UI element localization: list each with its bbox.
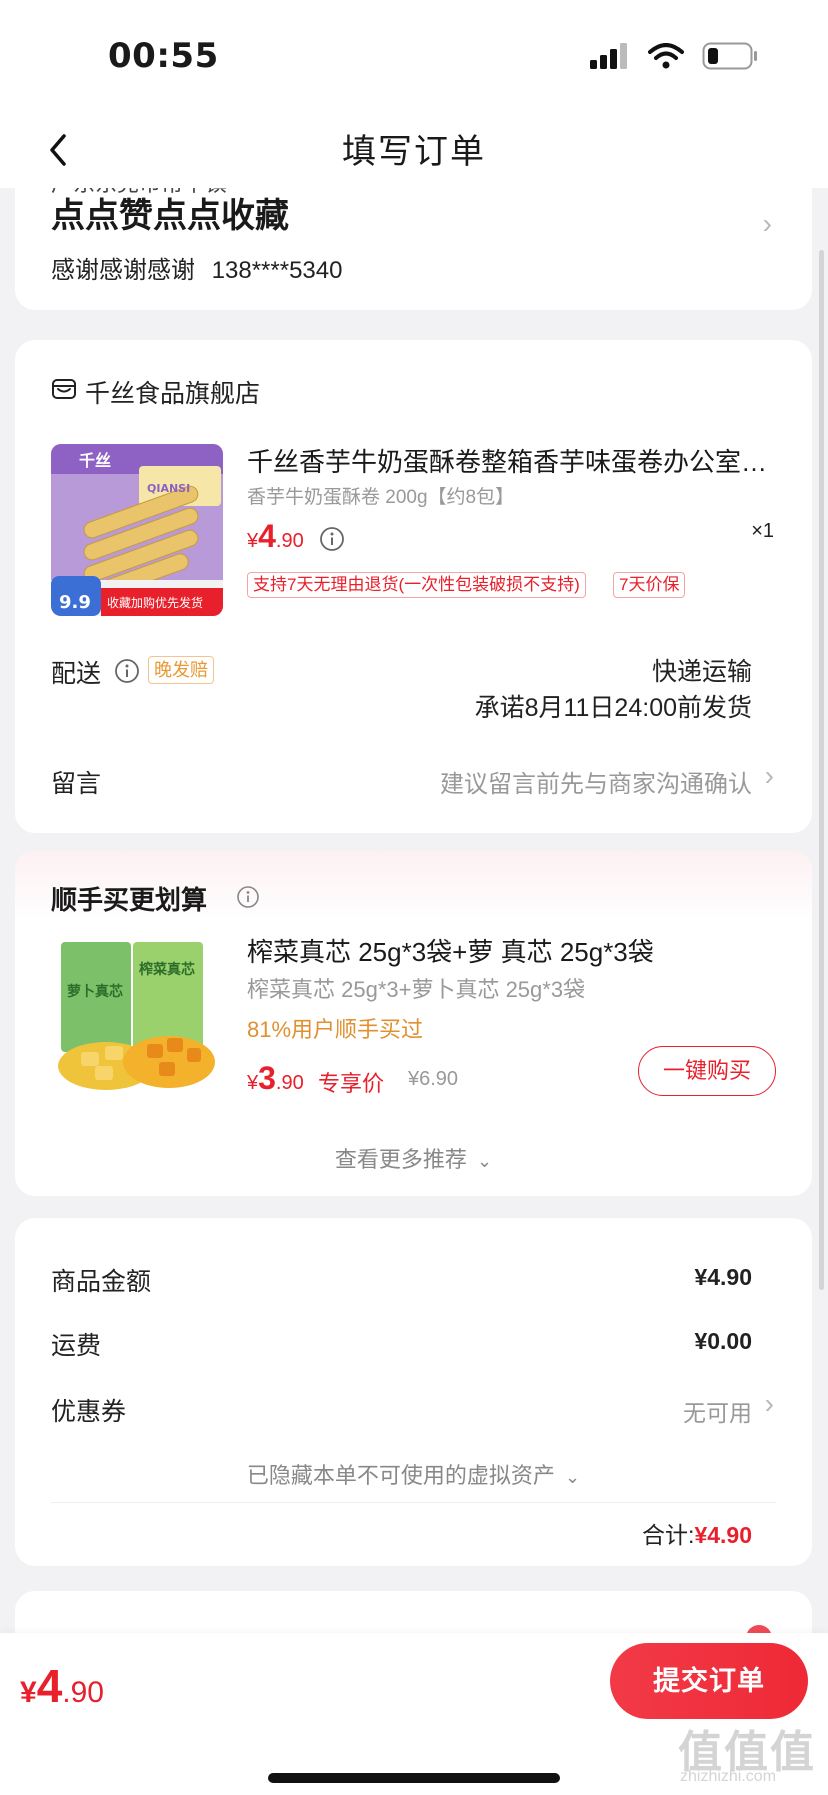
status-icons xyxy=(590,40,758,72)
order-scroll-area[interactable]: 广东东莞市常平镇 点点赞点点收藏 感谢感谢感谢 138****5340 › 千丝… xyxy=(0,188,828,1633)
address-contact: 感谢感谢感谢 138****5340 xyxy=(51,250,342,285)
price-info-icon[interactable] xyxy=(319,526,345,552)
next-card xyxy=(15,1591,812,1633)
recommend-title: 顺手买更划算 xyxy=(51,885,208,915)
message-label: 留言 xyxy=(51,770,102,798)
product-price: ¥4.90 xyxy=(247,518,304,555)
nav-bar: 填写订单 xyxy=(0,110,828,188)
chevron-down-icon: ⌄ xyxy=(477,1151,493,1171)
contact-phone: 138****5340 xyxy=(211,257,343,284)
delivery-label: 配送 xyxy=(51,660,102,688)
status-time: 00:55 xyxy=(108,36,219,76)
chevron-right-icon: › xyxy=(762,208,772,239)
recommend-card: 顺手买更划算 萝卜真芯 榨菜真芯 榨菜真芯 25g*3袋+萝 真芯 25g*3袋… xyxy=(15,850,812,1196)
recommend-social-proof: 81%用户顺手买过 xyxy=(247,1017,424,1042)
address-card[interactable]: 广东东莞市常平镇 点点赞点点收藏 感谢感谢感谢 138****5340 › xyxy=(15,188,812,310)
product-image-brand-en: QIANSI xyxy=(147,482,190,495)
product-title[interactable]: 千丝香芋牛奶蛋酥卷整箱香芋味蛋卷办公室… xyxy=(247,442,767,479)
bottom-total-price: ¥4.90 xyxy=(20,1659,104,1713)
exclusive-price-label: 专享价 xyxy=(318,1071,385,1096)
total-label: 合计: xyxy=(642,1522,695,1548)
divider xyxy=(51,1502,776,1503)
signal-icon xyxy=(590,43,627,69)
price-int: 4 xyxy=(36,1660,63,1712)
goods-amount-label: 商品金额 xyxy=(51,1268,152,1296)
page-title: 填写订单 xyxy=(342,133,486,171)
price-symbol: ¥ xyxy=(247,530,259,552)
scrollbar[interactable] xyxy=(819,250,824,1290)
store-card: 千丝食品旗舰店 千丝 QIANSI 9.9 收藏加购优先发货 千丝香芋牛奶蛋酥卷… xyxy=(15,340,812,833)
price-int: 4 xyxy=(258,518,276,554)
product-image-banner: 收藏加购优先发货 xyxy=(107,595,203,610)
home-indicator[interactable] xyxy=(268,1773,560,1783)
product-image-brand: 千丝 xyxy=(79,451,111,470)
price-protect-tag: 7天价保 xyxy=(613,572,686,598)
product-image-price: 9.9 xyxy=(59,592,91,613)
summary-card: 商品金额 ¥4.90 运费 ¥0.00 优惠券 无可用 › 已隐藏本单不可使用的… xyxy=(15,1218,812,1566)
goods-amount-value: ¥4.90 xyxy=(694,1264,752,1290)
red-dot-icon xyxy=(746,1625,772,1633)
recommend-image-left-label: 萝卜真芯 xyxy=(67,983,123,1000)
delivery-promise: 承诺8月11日24:00前发货 xyxy=(474,694,752,722)
product-image[interactable]: 千丝 QIANSI 9.9 收藏加购优先发货 xyxy=(51,444,223,616)
battery-icon xyxy=(702,42,757,70)
price-int: 3 xyxy=(258,1060,276,1096)
contact-name: 感谢感谢感谢 xyxy=(51,257,195,284)
hidden-assets-toggle[interactable]: 已隐藏本单不可使用的虚拟资产 ⌄ xyxy=(15,1458,812,1490)
message-input[interactable]: 建议留言前先与商家沟通确认 xyxy=(440,764,752,799)
product-spec: 香芋牛奶蛋酥卷 200g【约8包】 xyxy=(247,487,515,508)
chevron-right-icon: › xyxy=(764,760,774,791)
address-detail: 点点赞点点收藏 xyxy=(51,197,289,235)
recommend-item-name[interactable]: 榨菜真芯 25g*3袋+萝 真芯 25g*3袋 xyxy=(247,932,654,969)
shipping-fee-value: ¥0.00 xyxy=(694,1328,752,1354)
recommend-image-right-label: 榨菜真芯 xyxy=(138,961,195,978)
original-price: ¥6.90 xyxy=(408,1068,459,1090)
one-click-buy-button[interactable]: 一键购买 xyxy=(638,1046,776,1096)
recommend-image[interactable]: 萝卜真芯 榨菜真芯 xyxy=(51,934,221,1104)
recommend-price: ¥3.90 xyxy=(247,1060,304,1097)
return-policy-tag: 支持7天无理由退货(一次性包装破损不支持) xyxy=(247,572,586,598)
total-value: ¥4.90 xyxy=(694,1522,752,1548)
more-recommend-link[interactable]: 查看更多推荐 ⌄ xyxy=(15,1142,812,1174)
delivery-method: 快递运输 xyxy=(651,658,752,686)
late-compensation-badge: 晚发赔 xyxy=(148,656,214,684)
store-name[interactable]: 千丝食品旗舰店 xyxy=(85,374,260,410)
chevron-down-icon: ⌄ xyxy=(565,1467,581,1487)
price-dec: .90 xyxy=(62,1676,104,1709)
shipping-fee-label: 运费 xyxy=(51,1332,102,1360)
submit-order-button[interactable]: 提交订单 xyxy=(610,1643,808,1719)
store-icon xyxy=(52,379,76,399)
recommend-info-icon[interactable] xyxy=(235,884,261,910)
delivery-info-icon[interactable] xyxy=(114,658,140,684)
price-dec: .90 xyxy=(275,1072,304,1094)
price-dec: .90 xyxy=(275,530,304,552)
status-bar: 00:55 xyxy=(0,0,828,110)
recommend-item-spec: 榨菜真芯 25g*3+萝卜真芯 25g*3袋 xyxy=(247,977,586,1002)
product-quantity: ×1 xyxy=(751,520,774,542)
price-symbol: ¥ xyxy=(247,1072,259,1094)
hidden-assets-label: 已隐藏本单不可使用的虚拟资产 xyxy=(246,1463,555,1488)
wifi-icon xyxy=(648,43,684,69)
chevron-right-icon: › xyxy=(764,1388,774,1419)
watermark-sub: zhizhizhi.com xyxy=(680,1768,777,1785)
coupon-value[interactable]: 无可用 xyxy=(683,1394,752,1428)
more-recommend-label: 查看更多推荐 xyxy=(334,1147,467,1172)
price-symbol: ¥ xyxy=(20,1676,37,1709)
total-row: 合计:¥4.90 xyxy=(642,1516,752,1550)
coupon-label: 优惠券 xyxy=(51,1398,127,1426)
